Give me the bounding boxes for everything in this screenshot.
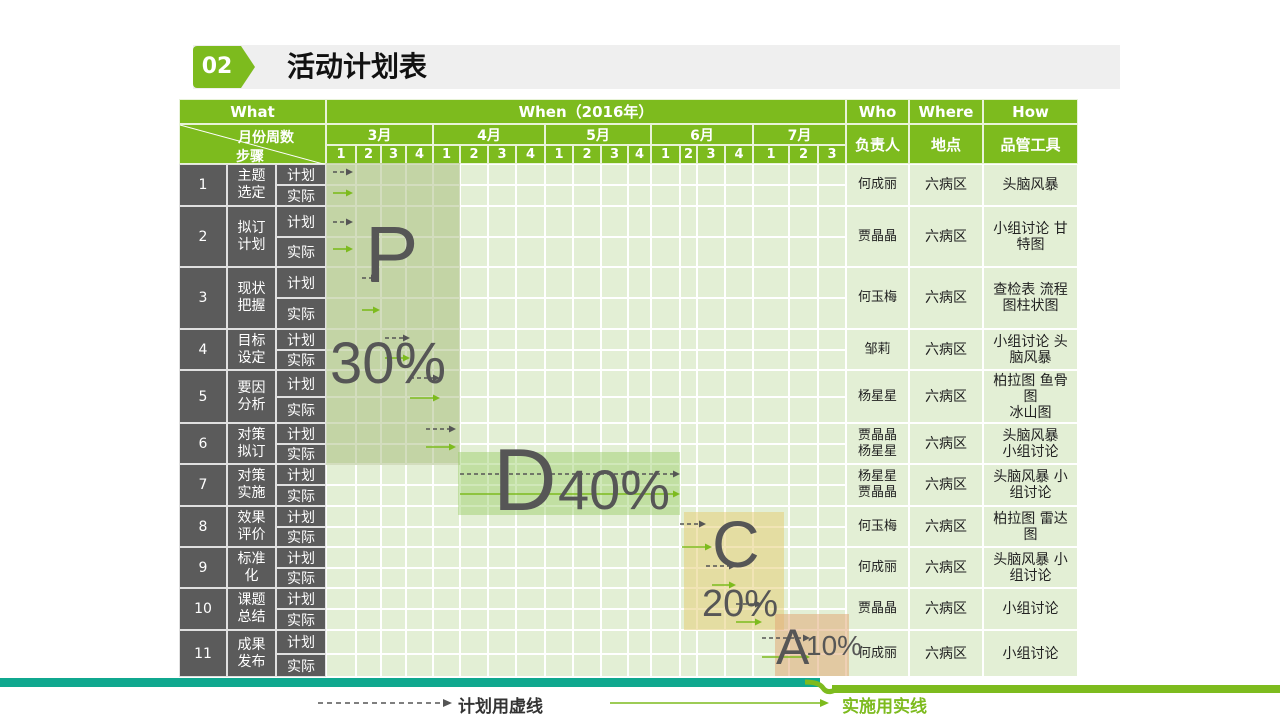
legend-solid-label: 实施用实线 — [842, 697, 927, 717]
legend-lines — [318, 699, 829, 707]
legend-dashed-label: 计划用虚线 — [458, 697, 543, 717]
